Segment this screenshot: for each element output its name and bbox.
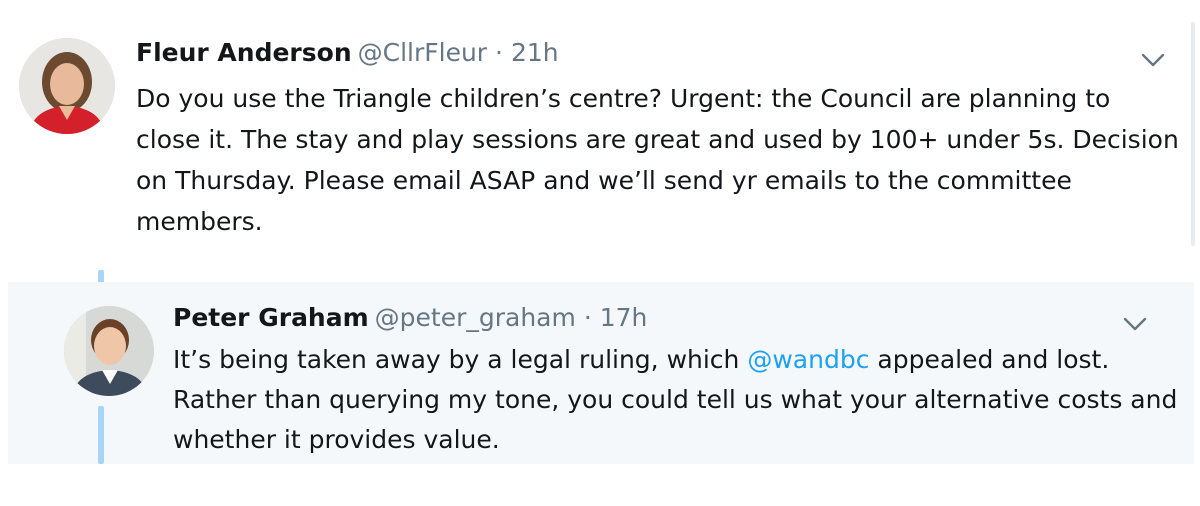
mention-link[interactable]: @wandbc (747, 345, 869, 374)
tweet-header: Peter Graham @peter_graham · 17h (173, 302, 647, 334)
avatar[interactable] (64, 306, 154, 396)
tweet-text-line: Do you use the Triangle children’s centr… (136, 84, 1111, 113)
timestamp[interactable]: 17h (600, 303, 648, 332)
separator: · (583, 303, 592, 332)
thread-connector (98, 406, 104, 464)
tweet-menu-button[interactable] (1122, 314, 1148, 334)
tweet-header: Fleur Anderson @CllrFleur · 21h (136, 37, 559, 69)
author-name[interactable]: Fleur Anderson (136, 38, 352, 67)
tweet-text-line: members. (136, 207, 263, 236)
tweet-text-line: It’s being taken away by a legal ruling,… (173, 340, 1177, 380)
chevron-down-icon (1141, 53, 1165, 67)
avatar[interactable] (19, 38, 115, 134)
text-segment: appealed and lost. (869, 345, 1110, 374)
tweet-text: Do you use the Triangle children’s centr… (136, 78, 1179, 242)
author-handle[interactable]: @peter_graham (375, 303, 576, 332)
text-segment: It’s being taken away by a legal ruling,… (173, 345, 748, 374)
author-handle[interactable]: @CllrFleur (358, 38, 487, 67)
author-name[interactable]: Peter Graham (173, 303, 369, 332)
tweet-text: It’s being taken away by a legal ruling,… (173, 340, 1177, 460)
timestamp[interactable]: 21h (511, 38, 559, 67)
avatar-man-icon (64, 306, 154, 396)
tweet[interactable]: Fleur Anderson @CllrFleur · 21h Do you us… (0, 0, 1200, 260)
chevron-down-icon (1123, 317, 1147, 331)
separator: · (495, 38, 503, 67)
tweet-text-line: Rather than querying my tone, you could … (173, 385, 1178, 414)
tweet-text-line: on Thursday. Please email ASAP and we’ll… (136, 166, 1072, 195)
tweet-text-line: close it. The stay and play sessions are… (136, 125, 1179, 154)
tweet-text-line: whether it provides value. (173, 425, 500, 454)
avatar-woman-icon (19, 38, 115, 134)
tweet-reply[interactable]: Peter Graham @peter_graham · 17h It’s bei… (8, 282, 1194, 464)
tweet-menu-button[interactable] (1140, 50, 1166, 70)
